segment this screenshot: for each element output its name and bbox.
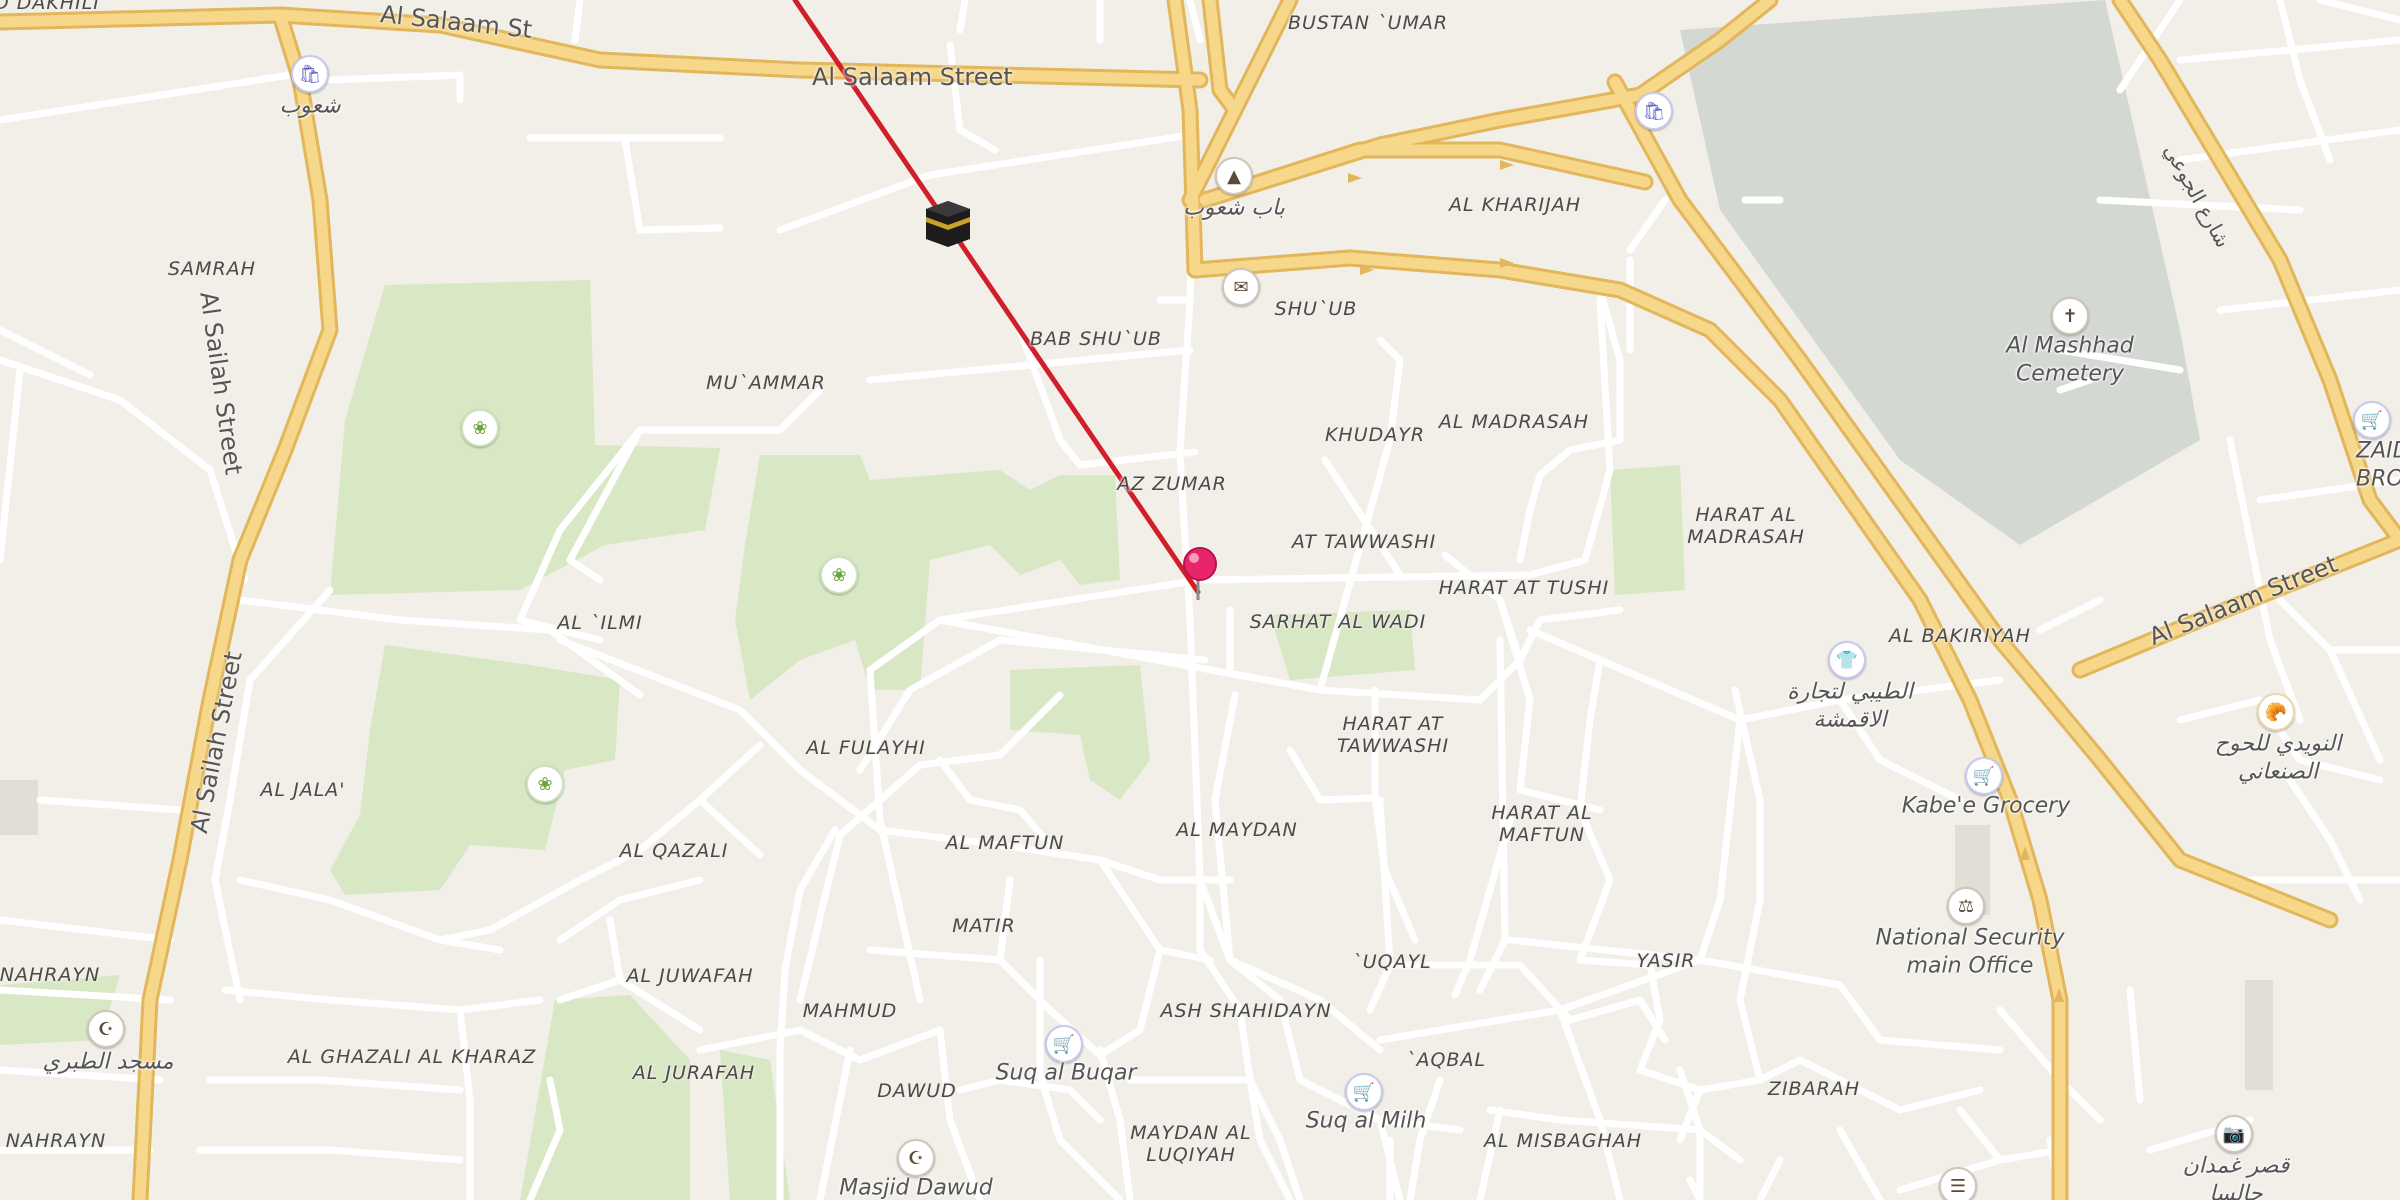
shopping-bag-icon[interactable]: 🛍 — [291, 55, 329, 93]
poi-label: قصر غمدان حالسا — [2182, 1153, 2290, 1200]
government-icon[interactable]: ⚖ — [1947, 887, 1985, 925]
district-label: YASIR — [1636, 950, 1696, 973]
district-label: ASH SHAHIDAYN — [1160, 1000, 1332, 1023]
shopping-bag-icon[interactable]: 🛍 — [1635, 92, 1673, 130]
district-label: AL FULAYHI — [806, 737, 926, 760]
district-label: MATIR — [952, 915, 1016, 938]
park-area — [1085, 705, 1130, 762]
district-label: AZ ZUMAR — [1117, 473, 1227, 496]
poi-label: ZAID QAS BROHERS S — [2356, 438, 2400, 492]
district-label: `AQBAL — [1405, 1049, 1487, 1072]
camera-icon[interactable]: 📷 — [2215, 1115, 2253, 1153]
district-label: KHUDAYR — [1324, 424, 1426, 447]
district-label: AL GHAZALI AL KHARAZ — [287, 1046, 537, 1069]
bakery-icon[interactable]: 🥐 — [2257, 693, 2295, 731]
park-icon[interactable]: ❀ — [461, 409, 499, 447]
district-label: AT TAWWASHI — [1291, 531, 1437, 554]
shopping-cart-icon[interactable]: 🛒 — [1345, 1073, 1383, 1111]
district-label: MU`AMMAR — [706, 372, 826, 395]
district-label: AL KHARIJAH — [1448, 194, 1582, 217]
poi-label: باب شعوب — [1183, 195, 1285, 221]
map-canvas[interactable]: Al Salaam St Al Salaam Street Al Sailah … — [0, 0, 2400, 1200]
poi-label: الطيبي لتجارة الاقمشة — [1787, 679, 1913, 733]
shopping-cart-icon[interactable]: 🛒 — [2353, 401, 2391, 439]
shopping-cart-icon[interactable]: 🛒 — [1965, 757, 2003, 795]
district-label: SARHAT AL WADI — [1249, 611, 1427, 634]
clothing-icon[interactable]: 👕 — [1828, 641, 1866, 679]
district-label: BUSTAN `UMAR — [1287, 12, 1449, 35]
post-office-icon[interactable]: ✉ — [1222, 268, 1260, 306]
district-label: AL MAFTUN — [945, 832, 1065, 855]
district-label: HARAT AL MADRASAH — [1687, 504, 1805, 548]
poi-label: Kabe'e Grocery — [1901, 793, 2071, 819]
district-label: AL JURAFAH — [632, 1062, 756, 1085]
district-label: AL MAYDAN — [1176, 819, 1298, 842]
poi-label: Suq al Milh — [1305, 1108, 1427, 1134]
poi-label: مسجد الطبري — [42, 1049, 174, 1075]
street-label: Al Salaam Street — [812, 63, 1013, 91]
district-label: SAMRAH — [168, 258, 256, 281]
district-label: HARAT AT TAWWASHI — [1336, 713, 1450, 757]
library-icon[interactable]: ☰ — [1939, 1167, 1977, 1200]
district-label: BAB SHU`UB — [1030, 328, 1162, 351]
mosque-icon[interactable]: ☪ — [897, 1139, 935, 1177]
district-label: HARAT AT TUSHI — [1438, 577, 1610, 600]
mosque-icon[interactable]: ☪ — [87, 1010, 125, 1048]
park-icon[interactable]: ❀ — [526, 765, 564, 803]
poi-label: Suq al Buqar — [995, 1060, 1137, 1086]
district-label: SHU`UB — [1274, 298, 1358, 321]
cemetery-icon[interactable]: ✝ — [2051, 297, 2089, 335]
monument-icon[interactable]: ▲ — [1215, 157, 1253, 195]
district-label: AL MISBAGHAH — [1483, 1130, 1643, 1153]
district-label: AD DAKHILI — [0, 0, 100, 15]
district-label: ZIBARAH — [1767, 1078, 1861, 1101]
poi-label: النويدي للحوح الصنعاني — [2214, 731, 2342, 785]
district-label: DAWUD — [877, 1080, 957, 1103]
park-area — [1610, 465, 1685, 595]
district-label: AL JALA' — [260, 779, 346, 802]
district-label: NAHRAYN — [5, 1130, 107, 1153]
park-icon[interactable]: ❀ — [820, 556, 858, 594]
poi-label: National Security main Office — [1875, 925, 2065, 979]
kaaba-icon[interactable] — [922, 199, 974, 249]
district-label: NAHRAYN — [0, 964, 101, 987]
district-label: AL BAKIRIYAH — [1889, 625, 2031, 648]
district-label: AL MADRASAH — [1438, 411, 1590, 434]
district-label: MAYDAN AL LUQIYAH — [1130, 1122, 1252, 1166]
district-label: MAHMUD — [802, 1000, 898, 1023]
district-label: AL JUWAFAH — [626, 965, 754, 988]
shopping-cart-icon[interactable]: 🛒 — [1045, 1025, 1083, 1063]
district-label: `UQAYL — [1352, 951, 1432, 974]
district-label: AL QAZALI — [619, 840, 729, 863]
poi-label: Masjid Dawud — [839, 1175, 993, 1200]
poi-label: Al Mashhad Cemetery — [2006, 333, 2134, 387]
district-label: HARAT AL MAFTUN — [1491, 802, 1593, 846]
district-label: AL `ILMI — [557, 612, 643, 635]
poi-label: شعوب — [279, 93, 341, 119]
